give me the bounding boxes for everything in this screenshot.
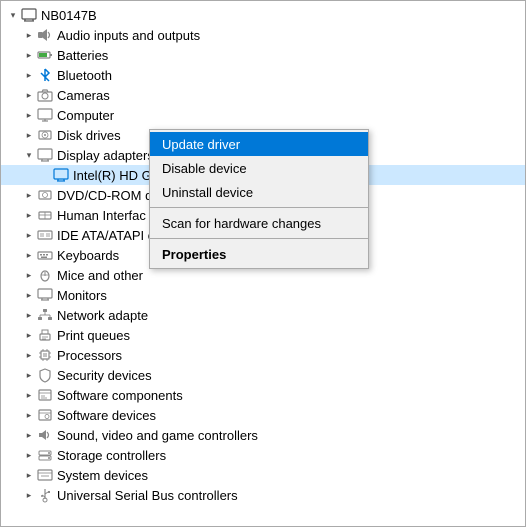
context-menu: Update driver Disable device Uninstall d…: [149, 129, 369, 269]
tree-item-bluetooth[interactable]: Bluetooth: [1, 65, 525, 85]
display2-icon: [53, 167, 69, 183]
expand-arrow-batteries[interactable]: [21, 47, 37, 63]
disk-icon: [37, 127, 53, 143]
keyboard-icon: [37, 247, 53, 263]
bluetooth-icon: [37, 67, 53, 83]
network-icon: [37, 307, 53, 323]
context-menu-uninstall[interactable]: Uninstall device: [150, 180, 368, 204]
mouse-icon: [37, 267, 53, 283]
expand-arrow-monitors[interactable]: [21, 287, 37, 303]
tree-item-sound[interactable]: Sound, video and game controllers: [1, 425, 525, 445]
computer2-icon: [37, 107, 53, 123]
audio-icon: [37, 27, 53, 43]
context-menu-properties-label: Properties: [162, 247, 226, 262]
tree-item-print[interactable]: Print queues: [1, 325, 525, 345]
tree-item-usb[interactable]: Universal Serial Bus controllers: [1, 485, 525, 505]
usb-icon: [37, 487, 53, 503]
tree-item-bluetooth-label: Bluetooth: [57, 68, 525, 83]
sound-icon: [37, 427, 53, 443]
expand-arrow-disk[interactable]: [21, 127, 37, 143]
context-menu-scan-label: Scan for hardware changes: [162, 216, 321, 231]
expand-arrow-cameras[interactable]: [21, 87, 37, 103]
tree-item-monitors-label: Monitors: [57, 288, 525, 303]
tree-item-network-label: Network adapte: [57, 308, 525, 323]
tree-item-system-label: System devices: [57, 468, 525, 483]
expand-arrow-security[interactable]: [21, 367, 37, 383]
tree-item-audio[interactable]: Audio inputs and outputs: [1, 25, 525, 45]
tree-item-mice-label: Mice and other: [57, 268, 525, 283]
expand-arrow-audio[interactable]: [21, 27, 37, 43]
system-icon: [37, 467, 53, 483]
expand-arrow-computer[interactable]: [21, 107, 37, 123]
tree-item-processors-label: Processors: [57, 348, 525, 363]
tree-item-processors[interactable]: Processors: [1, 345, 525, 365]
context-menu-scan[interactable]: Scan for hardware changes: [150, 211, 368, 235]
device-manager-window: NB0147B Audio inputs and outputs Batteri…: [0, 0, 526, 527]
tree-item-audio-label: Audio inputs and outputs: [57, 28, 525, 43]
dvd-icon: [37, 187, 53, 203]
expand-arrow-root[interactable]: [5, 7, 21, 23]
context-menu-sep2: [150, 238, 368, 239]
context-menu-disable-label: Disable device: [162, 161, 247, 176]
tree-item-storage[interactable]: Storage controllers: [1, 445, 525, 465]
tree-item-monitors[interactable]: Monitors: [1, 285, 525, 305]
expand-arrow-ide[interactable]: [21, 227, 37, 243]
expand-arrow-software-comp[interactable]: [21, 387, 37, 403]
tree-item-print-label: Print queues: [57, 328, 525, 343]
tree-item-usb-label: Universal Serial Bus controllers: [57, 488, 525, 503]
softwarecomp-icon: [37, 387, 53, 403]
tree-item-security[interactable]: Security devices: [1, 365, 525, 385]
expand-arrow-system[interactable]: [21, 467, 37, 483]
print-icon: [37, 327, 53, 343]
tree-item-root[interactable]: NB0147B: [1, 5, 525, 25]
tree-item-computer[interactable]: Computer: [1, 105, 525, 125]
tree-item-cameras-label: Cameras: [57, 88, 525, 103]
tree-item-root-label: NB0147B: [41, 8, 525, 23]
computer-icon: [21, 7, 37, 23]
context-menu-uninstall-label: Uninstall device: [162, 185, 253, 200]
expand-arrow-processors[interactable]: [21, 347, 37, 363]
human-icon: [37, 207, 53, 223]
expand-arrow-sound[interactable]: [21, 427, 37, 443]
context-menu-update-label: Update driver: [162, 137, 240, 152]
tree-item-batteries[interactable]: Batteries: [1, 45, 525, 65]
tree-item-cameras[interactable]: Cameras: [1, 85, 525, 105]
tree-item-system[interactable]: System devices: [1, 465, 525, 485]
tree-item-storage-label: Storage controllers: [57, 448, 525, 463]
display-icon: [37, 147, 53, 163]
expand-arrow-bluetooth[interactable]: [21, 67, 37, 83]
security-icon: [37, 367, 53, 383]
processor-icon: [37, 347, 53, 363]
expand-arrow-dvd[interactable]: [21, 187, 37, 203]
expand-arrow-human[interactable]: [21, 207, 37, 223]
monitor-icon: [37, 287, 53, 303]
battery-icon: [37, 47, 53, 63]
tree-item-software-comp-label: Software components: [57, 388, 525, 403]
softwaredev-icon: [37, 407, 53, 423]
expand-arrow-keyboards[interactable]: [21, 247, 37, 263]
tree-item-network[interactable]: Network adapte: [1, 305, 525, 325]
expand-arrow-storage[interactable]: [21, 447, 37, 463]
tree-item-software-dev[interactable]: Software devices: [1, 405, 525, 425]
tree-item-software-comp[interactable]: Software components: [1, 385, 525, 405]
tree-item-batteries-label: Batteries: [57, 48, 525, 63]
tree-item-computer-label: Computer: [57, 108, 525, 123]
expand-arrow-network[interactable]: [21, 307, 37, 323]
context-menu-properties[interactable]: Properties: [150, 242, 368, 266]
expand-arrow-mice[interactable]: [21, 267, 37, 283]
expand-arrow-software-dev[interactable]: [21, 407, 37, 423]
ide-icon: [37, 227, 53, 243]
expand-arrow-usb[interactable]: [21, 487, 37, 503]
context-menu-sep1: [150, 207, 368, 208]
tree-item-software-dev-label: Software devices: [57, 408, 525, 423]
context-menu-update[interactable]: Update driver: [150, 132, 368, 156]
storage-icon: [37, 447, 53, 463]
camera-icon: [37, 87, 53, 103]
tree-item-security-label: Security devices: [57, 368, 525, 383]
expand-arrow-display[interactable]: [21, 147, 37, 163]
tree-item-sound-label: Sound, video and game controllers: [57, 428, 525, 443]
expand-arrow-print[interactable]: [21, 327, 37, 343]
context-menu-disable[interactable]: Disable device: [150, 156, 368, 180]
